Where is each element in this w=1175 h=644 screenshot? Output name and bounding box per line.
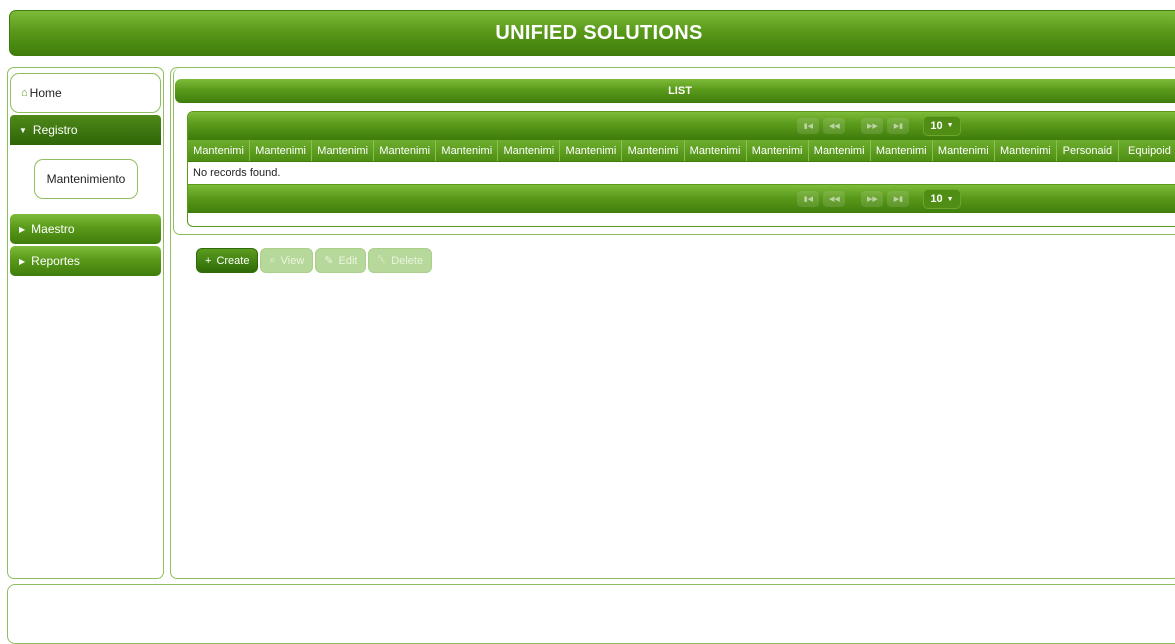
sidebar: ⌂ Home ▼ Registro Mantenimiento ▶ Maestr… (7, 67, 164, 579)
plus-icon: + (205, 254, 212, 267)
caret-down-icon: ▼ (946, 195, 954, 203)
rows-per-page-value: 10 (930, 119, 943, 132)
column-header[interactable]: Personaid (1057, 140, 1119, 161)
pencil-icon: ✎ (324, 255, 334, 267)
column-header[interactable]: Mantenimi (560, 140, 623, 161)
home-icon: ⌂ (21, 87, 28, 99)
delete-button[interactable]: ␡ Delete (368, 248, 433, 273)
button-label: View (280, 254, 305, 267)
chevron-down-icon: ▼ (19, 125, 27, 135)
data-table: ▮◀ ◀◀ ▶▶ ▶▮ 10 ▼ Mantenimi Mantenimi Man… (187, 111, 1175, 227)
app-header: UNIFIED SOLUTIONS (9, 10, 1175, 56)
column-header[interactable]: Mantenimi (809, 140, 871, 161)
column-header[interactable]: Mantenimi (250, 140, 313, 161)
column-header[interactable]: Mantenimi (622, 140, 685, 161)
rows-per-page-select[interactable]: 10 ▼ (923, 115, 961, 136)
action-toolbar: + Create ⌕ View ✎ Edit ␡ Delete (196, 248, 433, 273)
rows-per-page-select[interactable]: 10 ▼ (923, 189, 961, 209)
sidebar-item-label: Home (29, 86, 62, 100)
list-panel-header: LIST (175, 79, 1175, 103)
column-header[interactable]: Mantenimi (685, 140, 747, 161)
column-header[interactable]: Mantenimi (995, 140, 1057, 161)
sidebar-item-home[interactable]: ⌂ Home (10, 73, 161, 113)
trash-icon: ␡ (377, 254, 387, 266)
sidebar-section-maestro[interactable]: ▶ Maestro (10, 214, 161, 244)
sidebar-section-registro[interactable]: ▼ Registro (10, 115, 161, 145)
chevron-right-icon: ▶ (19, 224, 26, 234)
previous-page-icon[interactable]: ◀◀ (823, 191, 846, 207)
column-header[interactable]: Mantenimi (871, 140, 933, 161)
empty-message-row: No records found. (188, 162, 1175, 185)
column-header[interactable]: Mantenimi (498, 140, 561, 161)
view-button[interactable]: ⌕ View (260, 248, 314, 273)
last-page-icon[interactable]: ▶▮ (887, 117, 910, 134)
sidebar-section-label: Registro (32, 123, 78, 137)
last-page-icon[interactable]: ▶▮ (887, 191, 910, 207)
next-page-icon[interactable]: ▶▶ (861, 117, 884, 134)
rows-per-page-value: 10 (930, 193, 943, 205)
caret-down-icon: ▼ (946, 122, 954, 129)
main-content: LIST ▮◀ ◀◀ ▶▶ ▶▮ 10 ▼ Mantenimi Mantenim… (170, 67, 1175, 579)
list-title: LIST (668, 85, 692, 97)
paginator-bottom: ▮◀ ◀◀ ▶▶ ▶▮ 10 ▼ (188, 185, 1175, 213)
column-header[interactable]: Mantenimi (188, 140, 251, 161)
first-page-icon[interactable]: ▮◀ (797, 191, 820, 207)
empty-message: No records found. (193, 167, 281, 179)
sidebar-section-label: Maestro (31, 222, 75, 236)
paginator-top: ▮◀ ◀◀ ▶▶ ▶▮ 10 ▼ (188, 112, 1175, 140)
button-label: Edit (338, 254, 358, 267)
next-page-icon[interactable]: ▶▶ (861, 191, 884, 207)
sidebar-item-mantenimiento[interactable]: Mantenimiento (34, 159, 138, 199)
column-header[interactable]: Equipoid (1119, 140, 1175, 161)
search-icon: ⌕ (269, 254, 276, 266)
column-header[interactable]: Mantenimi (747, 140, 809, 161)
app-title: UNIFIED SOLUTIONS (495, 21, 703, 44)
sidebar-section-reportes[interactable]: ▶ Reportes (10, 246, 161, 276)
first-page-icon[interactable]: ▮◀ (797, 117, 820, 134)
previous-page-icon[interactable]: ◀◀ (823, 117, 846, 134)
create-button[interactable]: + Create (196, 248, 259, 273)
column-header[interactable]: Mantenimi (374, 140, 437, 161)
chevron-right-icon: ▶ (19, 256, 26, 266)
button-label: Delete (391, 254, 424, 267)
column-header[interactable]: Mantenimi (933, 140, 995, 161)
column-header[interactable]: Mantenimi (312, 140, 375, 161)
column-header[interactable]: Mantenimi (436, 140, 499, 161)
edit-button[interactable]: ✎ Edit (315, 248, 367, 273)
sidebar-item-label: Mantenimiento (46, 172, 126, 186)
footer (7, 584, 1175, 644)
sidebar-section-label: Reportes (31, 254, 80, 268)
table-header-row: Mantenimi Mantenimi Mantenimi Mantenimi … (188, 140, 1175, 162)
button-label: Create (216, 254, 250, 267)
